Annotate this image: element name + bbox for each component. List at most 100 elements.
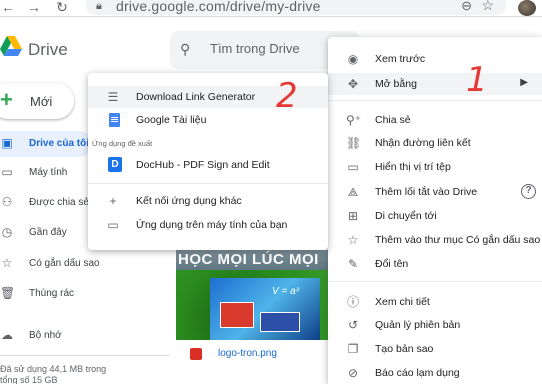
copy-icon: ❐: [347, 342, 359, 356]
sidebar-item-label: Thùng rác: [29, 288, 75, 299]
menu-item-computer-apps[interactable]: ▭ Ứng dụng trên máy tính của bạn: [88, 214, 328, 236]
thumbnail-formula: V = a³: [272, 286, 299, 297]
menu-item-label: Hiển thị vị trí tệp: [375, 161, 451, 173]
menu-item-label: Chia sẻ: [375, 114, 411, 126]
submenu-arrow-icon: ▶: [520, 77, 528, 88]
sidebar-item-label: Có gắn dấu sao: [29, 258, 100, 269]
sidebar-item-label: Drive của tôi: [29, 138, 90, 149]
pencil-icon: ✎: [347, 257, 359, 271]
profile-avatar[interactable]: [518, 0, 536, 16]
thumbnail-image: V = a³: [210, 278, 320, 340]
star-outline-icon: ☆: [347, 233, 359, 247]
menu-item-view-details[interactable]: ⓘ Xem chi tiết: [328, 291, 542, 313]
menu-item-share[interactable]: ⚲⁺ Chia sẻ: [328, 109, 542, 131]
annotation-number-one: 1: [466, 60, 488, 100]
menu-item-preview[interactable]: ◉ Xem trước: [328, 48, 542, 70]
menu-item-show-location[interactable]: ▭ Hiển thị vị trí tệp: [328, 156, 542, 178]
thumbnail-banner: HỌC MỌI LÚC MỌI: [176, 250, 331, 270]
sidebar-item-computers[interactable]: ▭ Máy tính: [0, 160, 92, 186]
cloud-icon: ☁: [1, 328, 13, 342]
history-icon: ↺: [347, 318, 359, 332]
file-name-row[interactable]: logo-tron.png: [176, 340, 331, 370]
move-to-folder-icon: ⊞: [347, 209, 359, 223]
menu-item-label: Kết nối ứng dụng khác: [136, 195, 242, 207]
menu-item-label: Xem trước: [375, 53, 426, 65]
help-icon[interactable]: ?: [521, 184, 536, 199]
sidebar-item-storage[interactable]: ☁ Bộ nhớ: [0, 323, 92, 349]
menu-item-label: Ứng dụng trên máy tính của bạn: [136, 219, 288, 231]
url-text[interactable]: drive.google.com/drive/my-drive: [116, 0, 321, 14]
menu-divider: [328, 100, 542, 101]
info-icon: ⓘ: [346, 295, 359, 309]
google-docs-icon: [109, 113, 120, 127]
menu-item-label: Quản lý phiên bản: [375, 319, 461, 331]
sidebar-item-label: Gần đây: [29, 227, 67, 238]
move-icon: ✥: [347, 77, 359, 91]
menu-item-make-copy[interactable]: ❐ Tạo bản sao: [328, 338, 542, 360]
menu-item-manage-versions[interactable]: ↺ Quản lý phiên bản: [328, 314, 542, 336]
drive-icon: ▣: [1, 136, 13, 150]
menu-item-report-abuse[interactable]: ⊘ Báo cáo lạm dụng: [328, 362, 542, 384]
shortcut-icon: ⟁: [347, 185, 359, 199]
menu-item-add-starred[interactable]: ☆ Thêm vào thư mục Có gắn dấu sao: [328, 229, 542, 251]
drive-logo-icon[interactable]: [0, 36, 22, 56]
new-button[interactable]: + Mới: [0, 83, 74, 119]
dochub-icon: D: [108, 157, 122, 172]
people-icon: ⚇: [1, 195, 13, 209]
sidebar-item-starred[interactable]: ☆ Có gắn dấu sao: [0, 251, 100, 277]
lock-icon[interactable]: 🔒︎: [96, 0, 102, 13]
file-thumbnail[interactable]: HỌC MỌI LÚC MỌI V = a³: [176, 250, 331, 340]
menu-item-label: Báo cáo lạm dụng: [375, 367, 460, 379]
drive-logo-text[interactable]: Drive: [28, 40, 68, 60]
address-bar[interactable]: 🔒︎ drive.google.com/drive/my-drive ⊖ ☆: [86, 0, 506, 15]
menu-item-label: Di chuyển tới: [375, 210, 437, 222]
menu-item-connect-apps[interactable]: + Kết nối ứng dụng khác: [88, 190, 328, 212]
menu-item-label: Thêm lối tắt vào Drive: [375, 186, 478, 198]
trash-icon: 🗑︎: [0, 286, 16, 300]
storage-usage-text: Đã sử dụng 44,1 MB trong tổng số 15 GB: [0, 364, 107, 384]
menu-item-rename[interactable]: ✎ Đổi tên: [328, 253, 542, 275]
sidebar-item-trash[interactable]: 🗑︎ Thùng rác: [0, 281, 92, 307]
bookmark-star-icon[interactable]: ☆: [481, 0, 494, 14]
menu-divider: [88, 183, 328, 184]
menu-item-label: Download Link Generator: [136, 91, 256, 103]
back-arrow-icon[interactable]: ←: [0, 0, 16, 16]
forward-arrow-icon[interactable]: →: [26, 0, 42, 16]
menu-divider: [328, 281, 542, 282]
sidebar-item-label: Bộ nhớ: [29, 330, 62, 341]
menu-item-move-to[interactable]: ⊞ Di chuyển tới: [328, 205, 542, 227]
menu-item-open-with[interactable]: ✥ Mở bằng ▶: [328, 73, 542, 95]
plus-icon: +: [109, 194, 117, 208]
menu-item-label: Tạo bản sao: [375, 343, 434, 355]
new-button-label: Mới: [30, 94, 53, 109]
menu-item-label: Xem chi tiết: [375, 296, 430, 308]
browser-toolbar: ← → ↻ 🔒︎ drive.google.com/drive/my-drive…: [0, 0, 542, 17]
menu-item-label: Đổi tên: [375, 258, 409, 270]
eye-icon: ◉: [347, 52, 359, 66]
list-icon: ☰: [107, 90, 119, 104]
person-add-icon: ⚲⁺: [346, 113, 362, 127]
menu-item-dochub[interactable]: D DocHub - PDF Sign and Edit: [88, 154, 328, 176]
menu-item-get-link[interactable]: ⛓ Nhận đường liên kết: [328, 132, 542, 154]
image-file-icon: [190, 348, 202, 360]
sidebar-item-my-drive[interactable]: ▣ Drive của tôi: [0, 131, 92, 157]
menu-item-label: DocHub - PDF Sign and Edit: [136, 159, 270, 171]
sidebar-item-recent[interactable]: ◷ Gần đây: [0, 220, 92, 246]
menu-item-label: Mở bằng: [375, 78, 417, 90]
sidebar-item-label: Được chia sẻ: [29, 197, 89, 208]
context-menu: ◉ Xem trước ✥ Mở bằng ▶ ⚲⁺ Chia sẻ ⛓ Nhậ…: [328, 37, 542, 384]
sidebar-item-shared[interactable]: ⚇ Được chia sẻ: [0, 190, 92, 216]
report-icon: ⊘: [347, 366, 359, 380]
reload-icon[interactable]: ↻: [54, 0, 70, 16]
computer-icon: ▭: [1, 165, 13, 179]
plus-icon: +: [0, 87, 13, 112]
star-icon: ☆: [1, 256, 13, 270]
laptop-icon: ▭: [107, 218, 119, 232]
link-icon: ⛓: [346, 136, 362, 150]
menu-item-add-shortcut[interactable]: ⟁ Thêm lối tắt vào Drive ?: [328, 181, 542, 203]
annotation-number-two: 2: [276, 76, 298, 116]
search-icon[interactable]: ⚲: [180, 41, 190, 58]
folder-icon: ▭: [347, 160, 359, 174]
sidebar-item-label: Máy tính: [29, 167, 68, 178]
zoom-icon[interactable]: ⊖: [461, 0, 472, 14]
